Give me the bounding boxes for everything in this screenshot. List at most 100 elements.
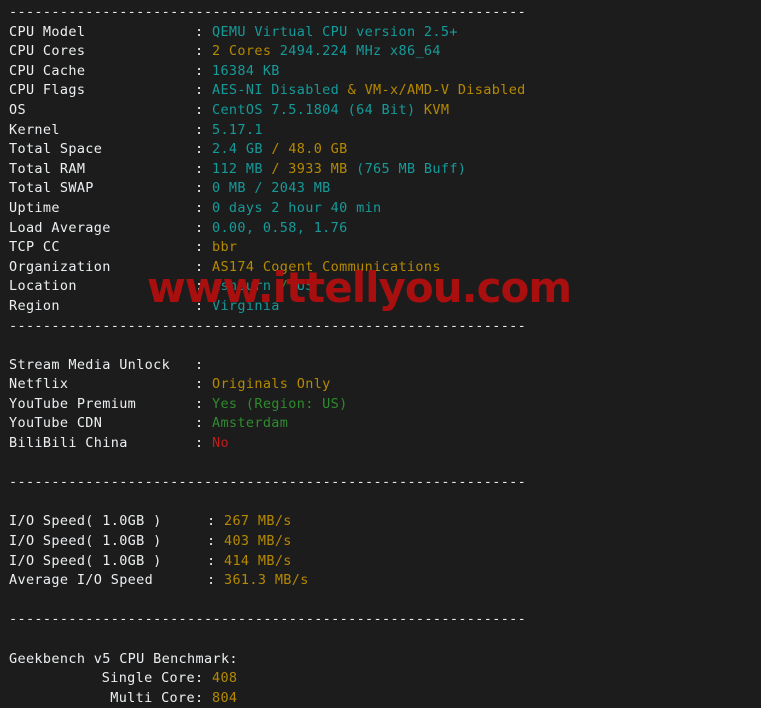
info-row-value: 2 Cores (211, 43, 280, 60)
info-row-value: AS174 Cogent Communications (211, 258, 441, 275)
system-info-row: OS: CentOS 7.5.1804 (64 Bit) KVM (0, 101, 761, 121)
stream-media-row: Stream Media Unlock: (0, 356, 761, 376)
info-row-value: bbr (211, 239, 238, 256)
info-row-colon: : (195, 689, 204, 706)
geekbench-score-row: Multi Core: 804 (0, 689, 761, 708)
info-row-value: 112 MB (211, 160, 272, 177)
info-row-label: Average I/O Speed (9, 572, 154, 589)
system-info-row: CPU Cache: 16384 KB (0, 62, 761, 82)
info-row-label: I/O Speed( 1.0GB ) (9, 552, 162, 569)
info-row-label: OS (9, 101, 26, 118)
system-info-section: CPU Model: QEMU Virtual CPU version 2.5+… (0, 23, 761, 317)
info-row-label: I/O Speed( 1.0GB ) (9, 513, 162, 530)
info-row-label: Organization (9, 258, 111, 275)
info-row-label: I/O Speed( 1.0GB ) (9, 533, 162, 550)
info-row-value: 16384 KB (211, 62, 280, 79)
info-row-value: 414 MB/s (223, 552, 292, 569)
info-row-value: US (296, 278, 314, 295)
info-row-label: Region (9, 297, 60, 314)
info-row-value: (765 MB Buff) (356, 160, 467, 177)
system-info-row: Kernel: 5.17.1 (0, 121, 761, 141)
info-row-value: Ashburn (211, 278, 280, 295)
separator-line-after-io: ----------------------------------------… (9, 611, 527, 628)
info-row-label: CPU Cache (9, 62, 86, 79)
io-speed-section: I/O Speed( 1.0GB ): 267 MB/s I/O Speed( 1… (0, 512, 761, 590)
spacer-before-io-sep (0, 591, 761, 611)
separator-line-after-stream: ----------------------------------------… (9, 474, 527, 491)
info-row-value: & VM-x/AMD-V Disabled (347, 82, 526, 99)
info-row-value: Yes (Region: US) (211, 395, 348, 412)
io-speed-row: Average I/O Speed: 361.3 MB/s (0, 571, 761, 591)
info-row-label: Single Core (101, 670, 195, 687)
info-row-value: AES-NI Disabled (211, 82, 348, 99)
spacer-after-stream (0, 493, 761, 513)
stream-media-row: YouTube CDN: Amsterdam (0, 414, 761, 434)
system-info-row: Total Space: 2.4 GB / 48.0 GB (0, 140, 761, 160)
info-row-label: Uptime (9, 199, 60, 216)
system-info-row: CPU Model: QEMU Virtual CPU version 2.5+ (0, 23, 761, 43)
system-info-row: Region: Virginia (0, 297, 761, 317)
system-info-row: TCP CC: bbr (0, 238, 761, 258)
info-row-colon: : (195, 670, 204, 687)
info-row-value: 0 MB / 2043 MB (211, 180, 331, 197)
system-info-row: Uptime: 0 days 2 hour 40 min (0, 199, 761, 219)
separator-line-after-system: ----------------------------------------… (9, 317, 527, 334)
info-row-value: 0.00, 0.58, 1.76 (211, 219, 348, 236)
io-speed-row: I/O Speed( 1.0GB ): 414 MB/s (0, 552, 761, 572)
info-row-value: 804 (211, 689, 238, 706)
spacer-after-system (0, 336, 761, 356)
info-row-label: Netflix (9, 376, 69, 393)
info-row-value: / 3933 MB (271, 160, 357, 177)
info-row-value: 5.17.1 (211, 121, 263, 138)
spacer-before-stream-sep (0, 454, 761, 474)
info-row-value: 2.4 GB (211, 141, 272, 158)
info-row-value: 403 MB/s (223, 533, 292, 550)
info-row-label: CPU Model (9, 23, 86, 40)
info-row-label: YouTube CDN (9, 415, 103, 432)
system-info-row: Total SWAP: 0 MB / 2043 MB (0, 179, 761, 199)
info-row-value: 2494.224 MHz x86_64 (279, 43, 441, 60)
info-row-value: / 48.0 GB (271, 141, 348, 158)
info-row-value: Amsterdam (211, 415, 289, 432)
geekbench-score-row: Single Core: 408 (0, 669, 761, 689)
info-row-label: Total Space (9, 141, 103, 158)
info-row-label: Multi Core (110, 689, 195, 706)
info-row-value: CentOS 7.5.1804 (64 Bit) (211, 101, 424, 118)
system-info-row: CPU Cores: 2 Cores 2494.224 MHz x86_64 (0, 42, 761, 62)
info-row-label: BiliBili China (9, 435, 128, 452)
info-row-label: CPU Flags (9, 82, 86, 99)
info-row-value: QEMU Virtual CPU version 2.5+ (211, 23, 458, 40)
info-row-value: Virginia (211, 297, 280, 314)
system-info-row: Organization: AS174 Cogent Communication… (0, 258, 761, 278)
info-row-value: / (279, 278, 297, 295)
system-info-row: Load Average: 0.00, 0.58, 1.76 (0, 219, 761, 239)
info-row-label: CPU Cores (9, 43, 86, 60)
info-row-label: Load Average (9, 219, 111, 236)
separator-line-top: ----------------------------------------… (9, 4, 527, 20)
stream-media-row: BiliBili China: No (0, 434, 761, 454)
info-row-label: Location (9, 278, 77, 295)
info-row-label: Total SWAP (9, 180, 94, 197)
info-row-label: Total RAM (9, 160, 86, 177)
info-row-value: 408 (211, 670, 238, 687)
info-row-value: No (211, 435, 229, 452)
stream-media-row: YouTube Premium: Yes (Region: US) (0, 395, 761, 415)
stream-media-section: Stream Media Unlock: Netflix: Originals O… (0, 356, 761, 454)
info-row-value: 267 MB/s (223, 513, 292, 530)
system-info-row: CPU Flags: AES-NI Disabled & VM-x/AMD-V … (0, 81, 761, 101)
spacer-after-io (0, 630, 761, 650)
info-row-label: Kernel (9, 121, 60, 138)
info-row-label: TCP CC (9, 239, 60, 256)
info-row-label: Stream Media Unlock (9, 356, 171, 373)
geekbench-title: Geekbench v5 CPU Benchmark: (9, 650, 238, 667)
io-speed-row: I/O Speed( 1.0GB ): 267 MB/s (0, 512, 761, 532)
system-info-row: Total RAM: 112 MB / 3933 MB (765 MB Buff… (0, 160, 761, 180)
system-info-row: Location: Ashburn / US (0, 277, 761, 297)
geekbench-section: Geekbench v5 CPU Benchmark: Single Core: … (0, 650, 761, 708)
info-row-value: 0 days 2 hour 40 min (211, 199, 382, 216)
info-row-colon: : (195, 356, 204, 373)
info-row-value: Originals Only (211, 376, 331, 393)
info-row-value: KVM (423, 101, 450, 118)
info-row-value: 361.3 MB/s (223, 572, 309, 589)
io-speed-row: I/O Speed( 1.0GB ): 403 MB/s (0, 532, 761, 552)
